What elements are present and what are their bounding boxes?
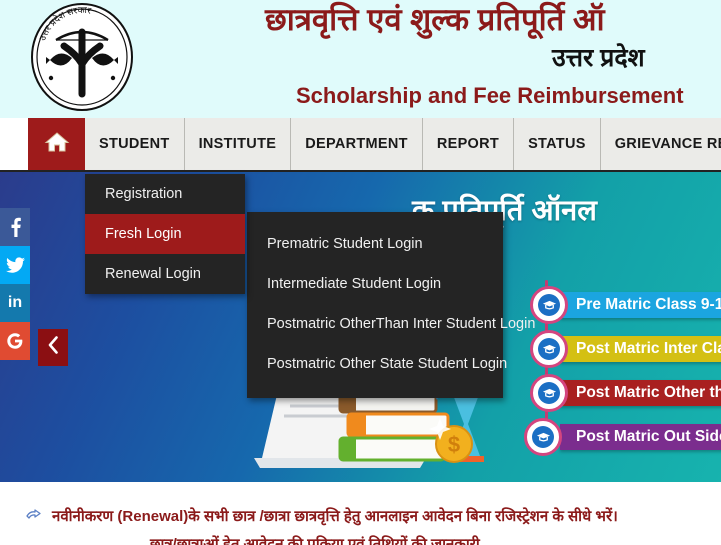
graduation-cap-icon	[530, 374, 568, 412]
menu-item-postmatric-other-state-student-login[interactable]: Postmatric Other State Student Login	[247, 344, 507, 384]
banner-ribbon-label: Post Matric Out Side S	[576, 428, 721, 445]
nav-item-grievance-redressal[interactable]: GRIEVANCE REDR	[600, 118, 721, 170]
graduation-cap-icon	[530, 286, 568, 324]
menu-item-registration[interactable]: Registration	[85, 174, 245, 214]
twitter-icon[interactable]	[0, 246, 30, 284]
state-name-hindi: उत्तर प्रदेश	[552, 44, 645, 72]
page-title-hindi: छात्रवृत्ति एवं शुल्क प्रतिपूर्ति ऑ	[265, 2, 605, 37]
home-icon	[44, 130, 70, 159]
facebook-icon[interactable]	[0, 208, 30, 246]
nav-item-student[interactable]: STUDENT	[85, 118, 185, 170]
banner-ribbon-label: Post Matric Inter Cla	[576, 340, 721, 357]
menu-item-intermediate-student-login[interactable]: Intermediate Student Login	[247, 264, 503, 304]
main-navigation: STUDENT INSTITUTE DEPARTMENT REPORT STAT…	[0, 118, 721, 172]
banner-ribbon-post-matric-other[interactable]: Post Matric Other th	[560, 380, 721, 406]
banner-ribbon-pre-matric[interactable]: Pre Matric Class 9-10	[560, 292, 721, 318]
pointing-hand-icon	[26, 508, 48, 522]
student-dropdown-menu: Registration Fresh Login Renewal Login	[85, 174, 245, 294]
menu-item-prematric-student-login[interactable]: Prematric Student Login	[247, 224, 503, 264]
site-header: उत्तर प्रदेश सरकार छात्रवृत्ति एवं शुल्क…	[0, 0, 721, 118]
notice-line-1: नवीनीकरण (Renewal)के सभी छात्र /छात्रा छ…	[52, 508, 618, 525]
google-plus-icon[interactable]	[0, 322, 30, 360]
chevron-left-icon	[47, 336, 59, 359]
banner-ribbon-post-matric-out-side-state[interactable]: Post Matric Out Side S	[560, 424, 721, 450]
menu-item-postmatric-otherthan-inter-student-login[interactable]: Postmatric OtherThan Inter Student Login	[247, 304, 535, 344]
nav-item-institute[interactable]: INSTITUTE	[184, 118, 292, 170]
social-media-rail: in	[0, 208, 30, 360]
page-title-english: Scholarship and Fee Reimbursement	[296, 83, 684, 108]
banner-ribbon-label: Pre Matric Class 9-10	[576, 296, 721, 313]
nav-item-status[interactable]: STATUS	[514, 118, 601, 170]
linkedin-icon[interactable]: in	[0, 284, 30, 322]
menu-item-fresh-login[interactable]: Fresh Login	[85, 214, 245, 254]
nav-home-button[interactable]	[28, 118, 85, 170]
nav-items-container: STUDENT INSTITUTE DEPARTMENT REPORT STAT…	[28, 118, 721, 170]
fresh-login-submenu: Prematric Student Login Intermediate Stu…	[247, 212, 535, 398]
graduation-cap-icon	[530, 330, 568, 368]
carousel-prev-button[interactable]	[38, 329, 68, 366]
notice-line-2: छात्र/छात्राओं हेतु आवेदन की प्रक्रिया ए…	[150, 536, 480, 545]
notice-marquee: नवीनीकरण (Renewal)के सभी छात्र /छात्रा छ…	[0, 482, 721, 545]
banner-ribbon-post-matric-inter[interactable]: Post Matric Inter Cla	[560, 336, 721, 362]
svg-text:$: $	[448, 432, 460, 457]
uttar-pradesh-government-emblem: उत्तर प्रदेश सरकार	[16, 2, 149, 112]
menu-item-renewal-login[interactable]: Renewal Login	[85, 254, 245, 294]
nav-item-department[interactable]: DEPARTMENT	[291, 118, 423, 170]
banner-ribbon-label: Post Matric Other th	[576, 384, 721, 401]
nav-item-report[interactable]: REPORT	[422, 118, 515, 170]
